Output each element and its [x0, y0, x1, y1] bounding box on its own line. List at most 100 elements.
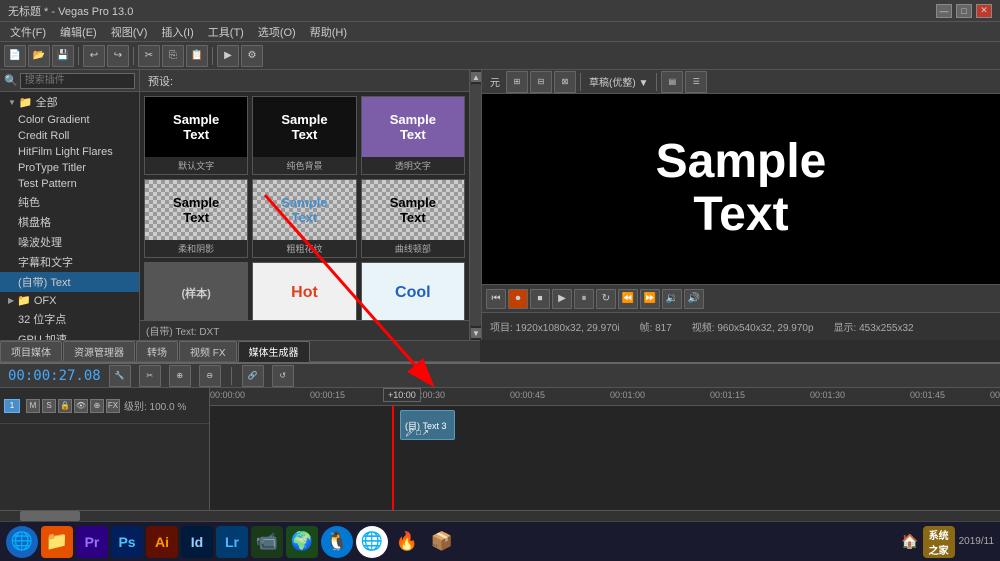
- menu-options[interactable]: 选项(O): [252, 24, 302, 40]
- menu-help[interactable]: 帮助(H): [304, 24, 353, 40]
- taskbar-icon-chrome[interactable]: 🌐: [356, 526, 388, 558]
- taskbar-icon-globe[interactable]: 🌍: [286, 526, 318, 558]
- tl-loop-btn[interactable]: ↺: [272, 365, 294, 387]
- tl-tool-2[interactable]: ✂: [139, 365, 161, 387]
- new-button[interactable]: 📄: [4, 45, 26, 67]
- cut-button[interactable]: ✂: [138, 45, 160, 67]
- play-btn[interactable]: ⏺: [508, 289, 528, 309]
- scrollbar-thumb[interactable]: [20, 511, 80, 521]
- maximize-button[interactable]: □: [956, 4, 972, 18]
- save-button[interactable]: 💾: [52, 45, 74, 67]
- track-composite-btn[interactable]: ⊕: [90, 399, 104, 413]
- tab-project-media[interactable]: 项目媒体: [0, 341, 62, 361]
- track-lock-btn[interactable]: 🔒: [58, 399, 72, 413]
- tl-tool-3[interactable]: ⊕: [169, 365, 191, 387]
- tray-brand-icon[interactable]: 系统之家: [923, 526, 955, 558]
- tl-tool-1[interactable]: 🔧: [109, 365, 131, 387]
- tab-media-generator[interactable]: 媒体生成器: [238, 341, 310, 362]
- redo-button[interactable]: ↪: [107, 45, 129, 67]
- preview-tool-5[interactable]: ☰: [685, 71, 707, 93]
- tree-item-hitfilm[interactable]: HitFilm Light Flares: [0, 144, 139, 160]
- open-button[interactable]: 📂: [28, 45, 50, 67]
- preset-item-default[interactable]: SampleText 默认文字: [144, 96, 248, 175]
- track-solo-btn[interactable]: S: [42, 399, 56, 413]
- panel-tabs-bar: 项目媒体 资源管理器 转场 视频 FX 媒体生成器: [0, 340, 480, 362]
- preset-item-checker3[interactable]: SampleText 曲线顿部: [361, 179, 465, 258]
- vol-down-btn[interactable]: 🔉: [662, 289, 682, 309]
- tree-item-titler[interactable]: 字幕和文字: [0, 252, 139, 272]
- tree-item-all[interactable]: ▼ 📁 全部: [0, 92, 139, 112]
- menu-view[interactable]: 视图(V): [105, 24, 154, 40]
- taskbar-icon-lr[interactable]: Lr: [216, 526, 248, 558]
- tree-item-builtin-text[interactable]: (自带) Text: [0, 272, 139, 292]
- menu-tools[interactable]: 工具(T): [202, 24, 250, 40]
- taskbar-icon-browser[interactable]: 🌐: [6, 526, 38, 558]
- taskbar-icon-qq[interactable]: 🐧: [321, 526, 353, 558]
- tree-item-ofx[interactable]: ▶ 📁 OFX: [0, 292, 139, 309]
- taskbar-icon-ps[interactable]: Ps: [111, 526, 143, 558]
- timeline-clip-text3[interactable]: (目) Text 3 🖊 □ ↗: [400, 410, 455, 440]
- preset-sample-text-1: SampleText: [173, 112, 219, 142]
- paste-button[interactable]: 📋: [186, 45, 208, 67]
- preset-item-black[interactable]: SampleText 纯色背景: [252, 96, 356, 175]
- play-fwd-btn[interactable]: ▶: [552, 289, 572, 309]
- track-visible-btn[interactable]: 👁: [74, 399, 88, 413]
- menu-edit[interactable]: 编辑(E): [54, 24, 103, 40]
- tree-item-chess[interactable]: 棋盘格: [0, 212, 139, 232]
- track-fx-btn[interactable]: FX: [106, 399, 120, 413]
- preview-tool-3[interactable]: ⊠: [554, 71, 576, 93]
- tab-resource-manager[interactable]: 资源管理器: [63, 341, 135, 361]
- preview-tool-4[interactable]: ▤: [661, 71, 683, 93]
- close-button[interactable]: ✕: [976, 4, 992, 18]
- tl-snap-btn[interactable]: 🔗: [242, 365, 264, 387]
- preview-tool-1[interactable]: ⊞: [506, 71, 528, 93]
- prev-marker-btn[interactable]: ⏪: [618, 289, 638, 309]
- preset-item-cool[interactable]: Cool: [361, 262, 465, 320]
- next-marker-btn[interactable]: ⏩: [640, 289, 660, 309]
- tl-tool-4[interactable]: ⊖: [199, 365, 221, 387]
- stop-btn[interactable]: ⏹: [530, 289, 550, 309]
- preset-item-soft[interactable]: SampleText 柔和阴影: [144, 179, 248, 258]
- tree-item-creditroll[interactable]: Credit Roll: [0, 128, 139, 144]
- prev-frame-btn[interactable]: ⏮: [486, 289, 506, 309]
- taskbar-icon-id[interactable]: Id: [181, 526, 213, 558]
- taskbar-icon-ai[interactable]: Ai: [146, 526, 178, 558]
- search-input[interactable]: [20, 73, 135, 89]
- undo-button[interactable]: ↩: [83, 45, 105, 67]
- playhead[interactable]: [392, 406, 394, 510]
- vol-up-btn[interactable]: 🔊: [684, 289, 704, 309]
- preset-item-sample[interactable]: (样本): [144, 262, 248, 320]
- tree-item-gpu[interactable]: GPU 加速: [0, 329, 139, 340]
- scroll-down-btn[interactable]: ▼: [471, 328, 481, 338]
- taskbar-icon-pr[interactable]: Pr: [76, 526, 108, 558]
- tree-item-solid[interactable]: 纯色: [0, 192, 139, 212]
- preset-scrollbar[interactable]: ▲ ▼: [470, 70, 482, 340]
- scroll-up-btn[interactable]: ▲: [471, 72, 481, 82]
- copy-button[interactable]: ⎘: [162, 45, 184, 67]
- track-mute-btn[interactable]: M: [26, 399, 40, 413]
- tray-home-icon[interactable]: 🏠: [901, 533, 918, 550]
- tree-item-testpattern[interactable]: Test Pattern: [0, 176, 139, 192]
- tree-item-protype[interactable]: ProType Titler: [0, 160, 139, 176]
- settings-button[interactable]: ⚙: [241, 45, 263, 67]
- minimize-button[interactable]: —: [936, 4, 952, 18]
- menu-insert[interactable]: 插入(I): [155, 24, 199, 40]
- taskbar-icon-vegas[interactable]: 📹: [251, 526, 283, 558]
- preview-tool-2[interactable]: ⊟: [530, 71, 552, 93]
- menu-file[interactable]: 文件(F): [4, 24, 52, 40]
- tab-video-fx[interactable]: 视频 FX: [179, 341, 237, 361]
- taskbar-icon-files[interactable]: 📁: [41, 526, 73, 558]
- preset-item-checker2[interactable]: SampleText 粗粗花纹: [252, 179, 356, 258]
- taskbar-icon-box[interactable]: 📦: [426, 526, 458, 558]
- preset-item-purple[interactable]: SampleText 透明文字: [361, 96, 465, 175]
- pause-btn[interactable]: ⏸: [574, 289, 594, 309]
- tab-transition[interactable]: 转场: [136, 341, 178, 361]
- tree-item-colorgradient[interactable]: Color Gradient: [0, 112, 139, 128]
- taskbar-icon-fire[interactable]: 🔥: [391, 526, 423, 558]
- tree-item-noise[interactable]: 噪波处理: [0, 232, 139, 252]
- preset-item-hot[interactable]: Hot: [252, 262, 356, 320]
- render-button[interactable]: ▶: [217, 45, 239, 67]
- tree-item-32bit[interactable]: 32 位字点: [0, 309, 139, 329]
- loop-btn[interactable]: ↻: [596, 289, 616, 309]
- scroll-thumb[interactable]: [471, 84, 481, 326]
